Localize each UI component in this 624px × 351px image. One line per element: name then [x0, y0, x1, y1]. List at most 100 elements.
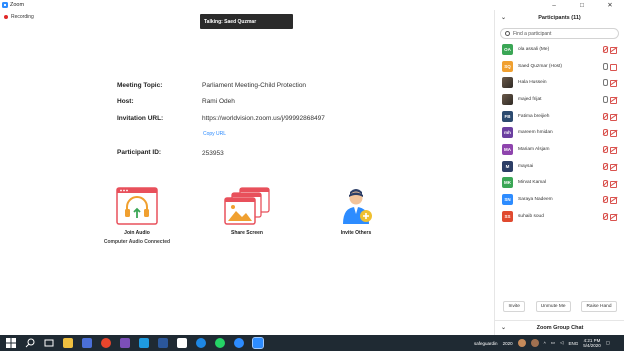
avatar: mh	[502, 127, 513, 139]
participant-name: Mariam Alsjam	[518, 146, 550, 152]
mic-icon	[602, 62, 608, 70]
participant-status-icons	[602, 196, 617, 205]
tray-chevron-icon[interactable]: ^	[544, 341, 546, 346]
participant-row[interactable]: Hala Hussein	[495, 74, 624, 91]
windows-start-icon[interactable]	[6, 338, 16, 348]
participant-status-icons	[602, 96, 617, 105]
share-screen-button[interactable]: Share Screen	[215, 187, 279, 236]
audio-status-label: Computer Audio Connected	[103, 239, 171, 245]
avatar: SS	[502, 210, 513, 222]
avatar: SQ	[502, 60, 513, 72]
invitation-url-value: https://worldvision.zoom.us/j/9999286849…	[202, 115, 325, 122]
participant-status-icons	[602, 112, 617, 121]
expand-chevron-icon[interactable]: ⌄	[501, 324, 506, 331]
title-bar: Zoom – □ ✕	[0, 0, 624, 10]
notepad-icon[interactable]	[177, 338, 187, 348]
unmute-me-button[interactable]: Unmute Me	[535, 301, 571, 312]
recording-label: Recording	[11, 14, 34, 20]
year-label: 2020	[502, 340, 513, 346]
avatar: MA	[502, 143, 513, 155]
chrome-icon[interactable]	[101, 338, 111, 348]
zoom-logo-icon	[2, 2, 8, 8]
video-off-icon	[610, 180, 617, 188]
participant-status-icons	[602, 79, 617, 88]
recording-dot-icon	[4, 15, 8, 19]
participant-row[interactable]: SN Saraya Nadeem	[495, 191, 624, 208]
video-off-icon	[610, 197, 617, 205]
maximize-button[interactable]: □	[568, 0, 596, 10]
participant-row[interactable]: mh mareem hmidan	[495, 124, 624, 141]
participant-row[interactable]: MA Mariam Alsjam	[495, 141, 624, 158]
notifications-icon[interactable]: ▢	[606, 340, 610, 346]
minimize-button[interactable]: –	[540, 0, 568, 10]
task-view-icon[interactable]	[44, 338, 54, 348]
participant-search-input[interactable]: Find a participant	[500, 28, 619, 39]
windows-taskbar: safeguardin 2020 ^ ▭ ◁ ENG 4:21 PM 5/4/2…	[0, 335, 624, 351]
help-icon[interactable]	[234, 338, 244, 348]
user-avatar-icon[interactable]	[517, 339, 526, 347]
participant-status-icons	[602, 62, 617, 71]
participant-status-icons	[602, 162, 617, 171]
participant-row[interactable]: OA ola assali (Me)	[495, 41, 624, 58]
participant-name: Mirvat Kamal	[518, 180, 546, 186]
invite-others-button[interactable]: Invite Others	[330, 187, 382, 236]
group-chat-header[interactable]: ⌄ Zoom Group Chat	[495, 320, 624, 334]
video-off-icon	[610, 130, 617, 138]
onenote-icon[interactable]	[120, 338, 130, 348]
window-controls: – □ ✕	[540, 0, 624, 10]
invite-person-icon	[343, 189, 372, 224]
participant-row[interactable]: majed frijat	[495, 91, 624, 108]
file-explorer-icon[interactable]	[63, 338, 73, 348]
participant-name: Saraya Nadeem	[518, 197, 553, 203]
mic-muted-icon	[602, 179, 608, 187]
invite-button[interactable]: Invite	[503, 301, 525, 312]
participant-row[interactable]: Mmaysai	[495, 158, 624, 175]
zoom-taskbar-icon[interactable]	[252, 337, 264, 349]
group-chat-title: Zoom Group Chat	[536, 324, 584, 331]
join-audio-button[interactable]: Join Audio Computer Audio Connected	[100, 187, 174, 245]
participant-row[interactable]: MK Mirvat Kamal	[495, 175, 624, 192]
whatsapp-icon[interactable]	[215, 338, 225, 348]
mic-muted-icon	[602, 196, 608, 204]
share-screen-icon	[224, 187, 270, 225]
participant-row[interactable]: SQ Saed Quzmar (Host)	[495, 58, 624, 75]
close-button[interactable]: ✕	[596, 0, 624, 10]
participant-name: ola assali (Me)	[518, 46, 550, 52]
collapse-chevron-icon[interactable]: ⌄	[501, 14, 506, 21]
participant-name: Saed Quzmar (Host)	[518, 63, 562, 69]
user-avatar-icon-2[interactable]	[530, 339, 539, 347]
avatar	[502, 93, 513, 105]
participant-status-icons	[602, 146, 617, 155]
raise-hand-button[interactable]: Raise Hand	[581, 301, 617, 312]
participant-id-label: Participant ID:	[117, 149, 162, 156]
clock[interactable]: 4:21 PM 5/4/2020	[583, 338, 601, 349]
system-tray: safeguardin 2020 ^ ▭ ◁ ENG 4:21 PM 5/4/2…	[474, 335, 610, 351]
clock-date: 5/4/2020	[583, 343, 601, 348]
teams-icon[interactable]	[82, 338, 92, 348]
participant-list: OA ola assali (Me) SQ Saed Quzmar (Host) Hal…	[495, 41, 624, 225]
mic-muted-icon	[602, 146, 608, 154]
video-off-icon	[610, 147, 617, 155]
search-icon[interactable]	[25, 338, 35, 348]
word-icon[interactable]	[158, 338, 168, 348]
volume-icon[interactable]: ◁	[560, 340, 563, 346]
video-off-icon	[610, 80, 617, 88]
edge-icon[interactable]	[196, 338, 206, 348]
window-title: Zoom	[10, 2, 25, 8]
participant-name: majed frijat	[518, 96, 542, 102]
participant-row[interactable]: FB Fatima breijieh	[495, 108, 624, 125]
avatar: MK	[502, 177, 513, 189]
share-screen-label: Share Screen	[231, 230, 263, 236]
language-label[interactable]: ENG	[568, 341, 578, 346]
participant-row[interactable]: SS suhaib soud	[495, 208, 624, 225]
avatar: M	[502, 160, 513, 172]
mic-muted-icon	[602, 112, 608, 120]
network-icon[interactable]: ▭	[551, 340, 555, 346]
copy-url-link[interactable]: Copy URL	[203, 131, 226, 137]
skype-icon[interactable]	[139, 338, 149, 348]
avatar: OA	[502, 43, 513, 55]
recording-indicator[interactable]: Recording	[4, 14, 34, 20]
headphones-icon	[116, 187, 158, 225]
mic-muted-icon	[602, 46, 608, 53]
invite-others-label: Invite Others	[340, 230, 372, 236]
